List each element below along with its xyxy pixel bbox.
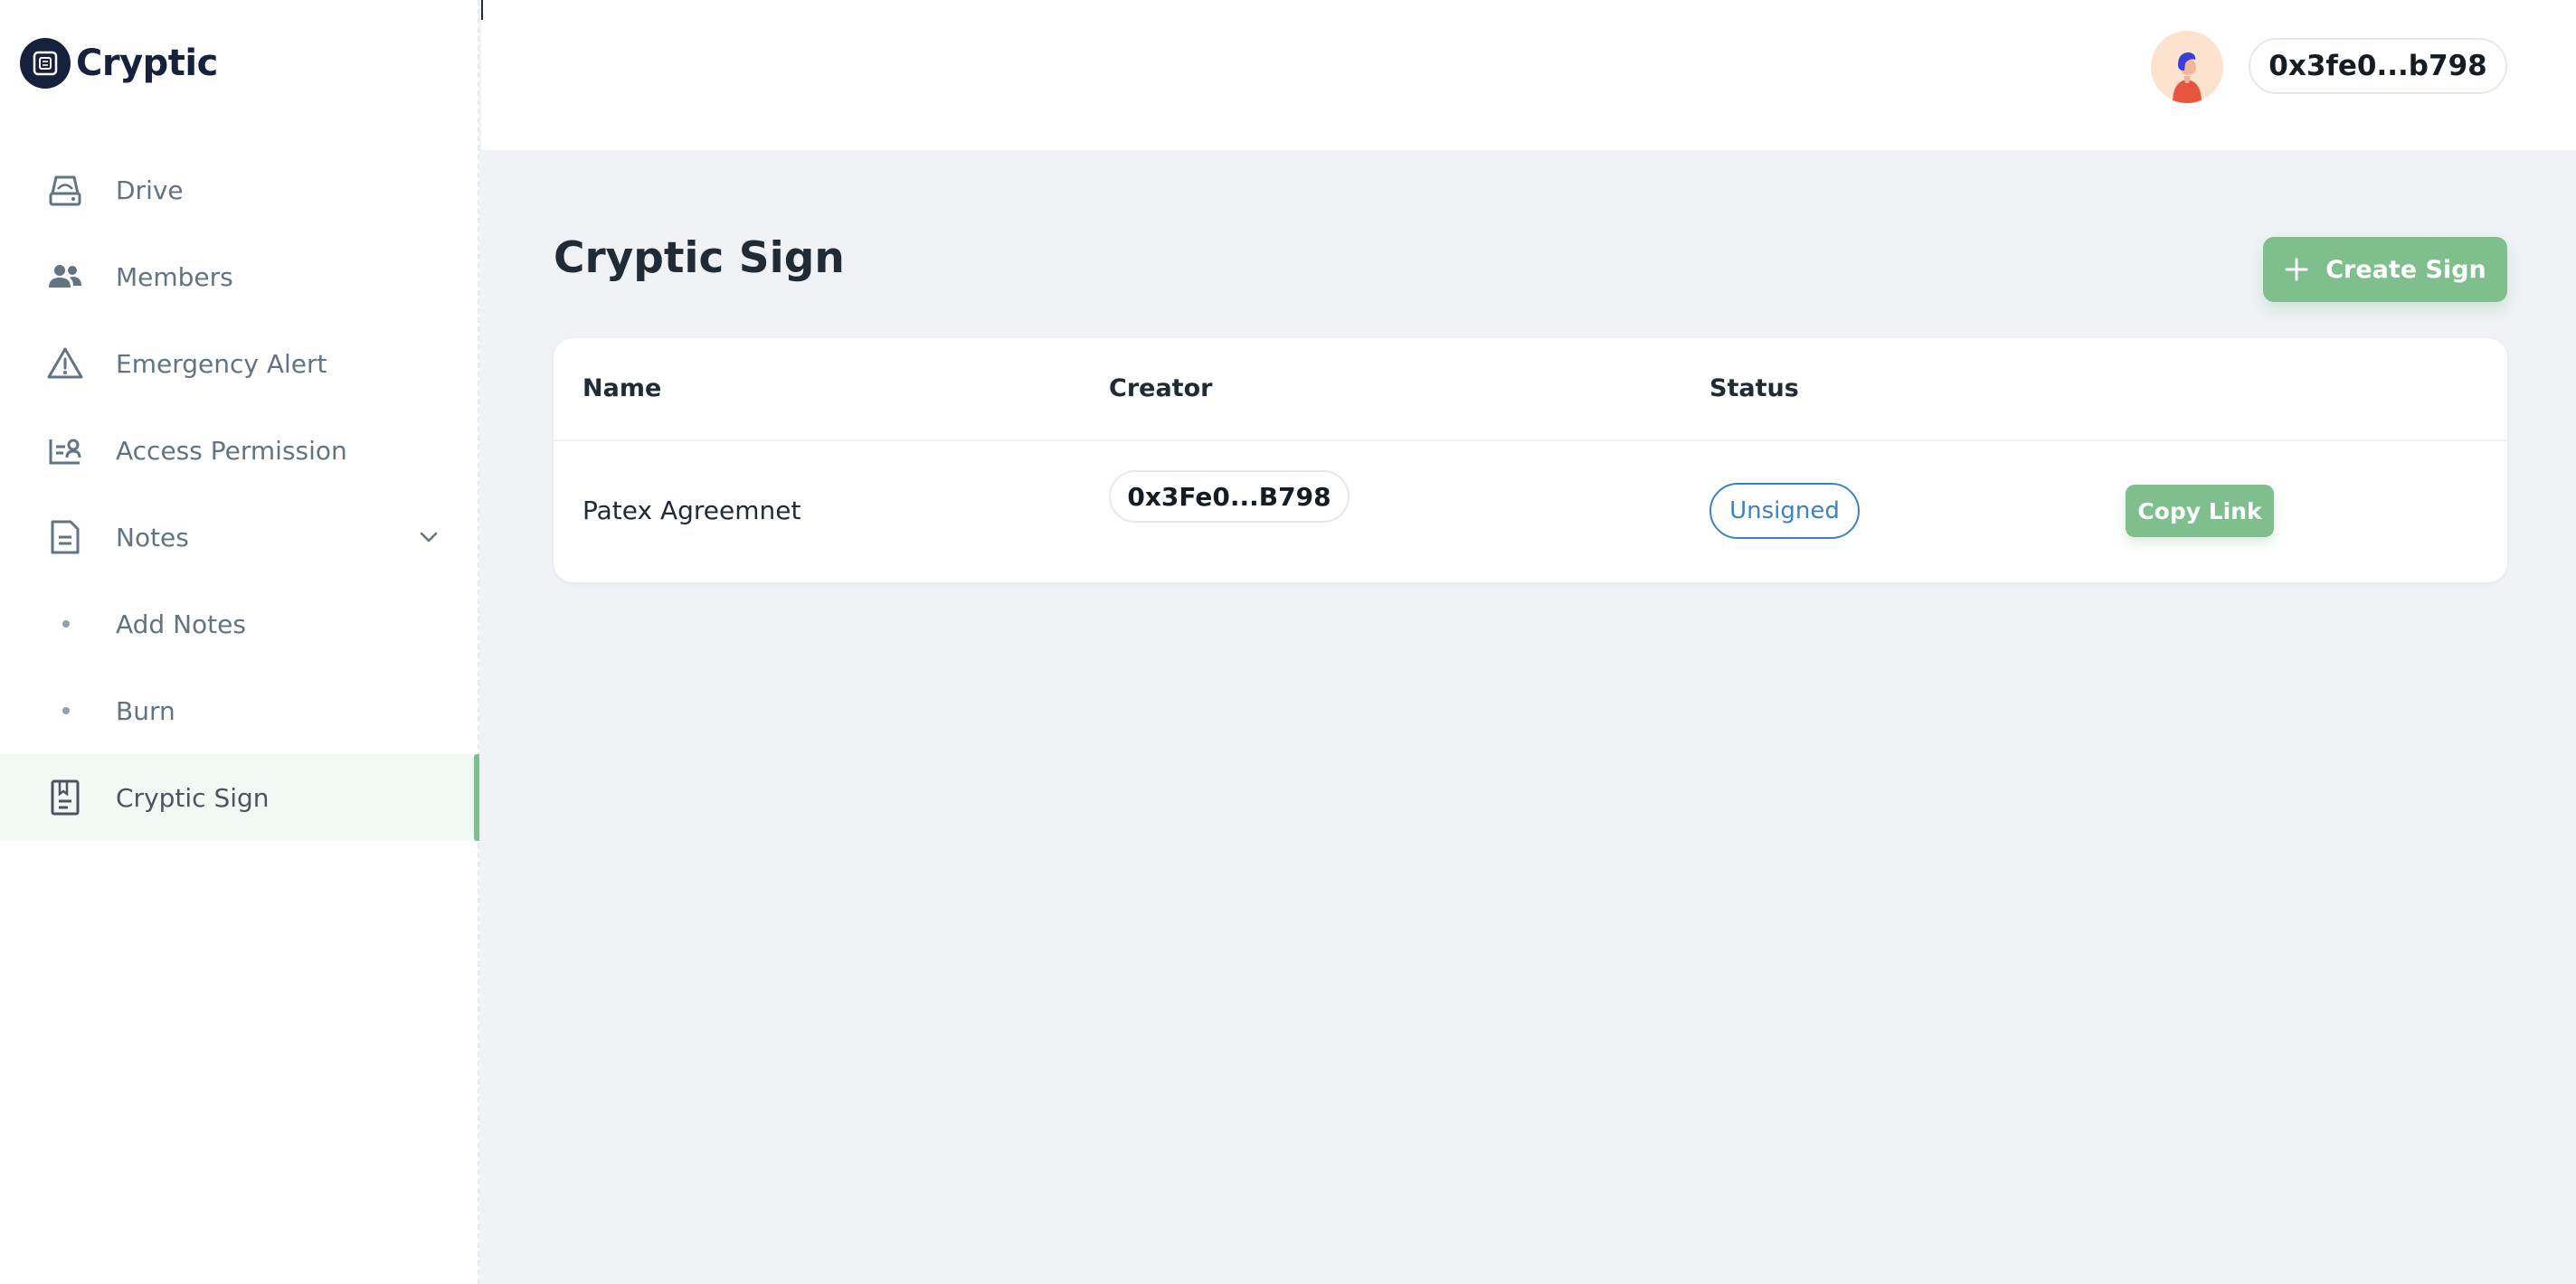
- bullet-dot: [62, 707, 70, 714]
- bullet-dot: [62, 620, 70, 628]
- sidebar-item-label: Members: [116, 261, 233, 292]
- sidebar-item-label: Notes: [116, 522, 189, 552]
- app-logo[interactable]: Cryptic: [20, 38, 218, 89]
- copy-link-button[interactable]: Copy Link: [2126, 485, 2274, 537]
- sidebar-item-emergency-alert[interactable]: Emergency Alert: [0, 320, 479, 407]
- sidebar-item-drive[interactable]: Drive: [0, 146, 479, 233]
- chevron-down-icon[interactable]: [418, 526, 440, 548]
- sidebar-item-label: Access Permission: [116, 435, 347, 466]
- wallet-address-button[interactable]: 0x3fe0...b798: [2249, 38, 2507, 94]
- note-icon: [51, 520, 80, 554]
- create-sign-label: Create Sign: [2325, 255, 2486, 284]
- sidebar-item-members[interactable]: Members: [0, 233, 479, 320]
- table-divider: [554, 439, 2507, 441]
- sidebar: Cryptic Drive Members Emergency Alert Ac…: [0, 0, 479, 1284]
- sign-document-icon: [51, 779, 80, 816]
- text-cursor: [481, 0, 483, 20]
- page-title: Cryptic Sign: [554, 233, 845, 283]
- sidebar-nav: Drive Members Emergency Alert Access Per…: [0, 146, 479, 841]
- members-icon: [49, 265, 81, 288]
- column-header-status: Status: [1709, 374, 1799, 402]
- column-header-name: Name: [582, 374, 662, 402]
- alert-triangle-icon: [47, 347, 83, 379]
- sidebar-item-label: Cryptic Sign: [116, 782, 270, 813]
- sidebar-item-label: Drive: [116, 175, 184, 205]
- sidebar-subitem-add-notes[interactable]: Add Notes: [0, 581, 479, 667]
- sidebar-item-label: Emergency Alert: [116, 348, 327, 379]
- user-avatar-icon[interactable]: [2151, 31, 2223, 103]
- sidebar-item-access-permission[interactable]: Access Permission: [0, 407, 479, 494]
- create-sign-button[interactable]: Create Sign: [2263, 237, 2507, 302]
- column-header-creator: Creator: [1109, 374, 1213, 402]
- logo-icon: [20, 38, 71, 89]
- plus-icon: [2285, 258, 2308, 281]
- status-badge: Unsigned: [1709, 483, 1860, 539]
- drive-icon: [49, 175, 81, 206]
- access-card-icon: [49, 439, 81, 465]
- sidebar-item-label: Add Notes: [116, 609, 246, 639]
- sidebar-subitem-burn[interactable]: Burn: [0, 667, 479, 754]
- sidebar-item-label: Burn: [116, 695, 175, 726]
- sign-name: Patex Agreemnet: [582, 496, 801, 525]
- sidebar-item-cryptic-sign[interactable]: Cryptic Sign: [0, 754, 479, 841]
- signs-table: Name Creator Status Patex Agreemnet 0x3F…: [554, 338, 2507, 582]
- creator-address: 0x3Fe0...B798: [1109, 470, 1350, 523]
- sidebar-item-notes[interactable]: Notes: [0, 494, 479, 581]
- app-name: Cryptic: [76, 42, 218, 84]
